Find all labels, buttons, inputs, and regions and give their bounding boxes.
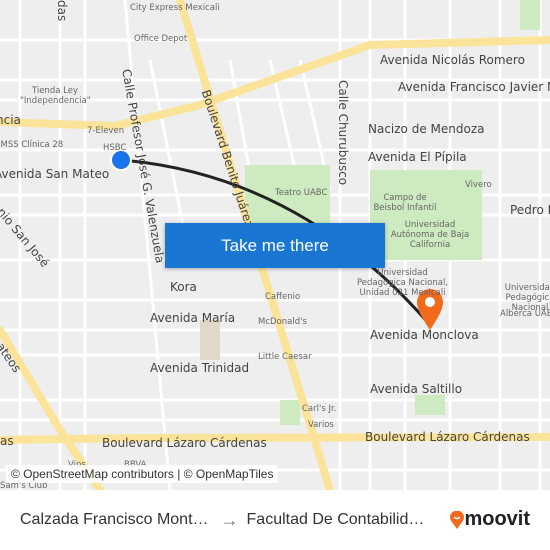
poi-label: Varios	[308, 420, 334, 430]
poi-label: Little Caesar	[258, 352, 312, 362]
moovit-logo: moovit	[450, 508, 530, 531]
street-label: Avenida Francisco Javier M	[398, 80, 550, 94]
poi-label: McDonald's	[258, 317, 307, 327]
poi-label: IMSS Clínica 28	[0, 140, 64, 150]
poi-label: HSBC	[103, 143, 127, 153]
street-label: Avenida Trinidad	[150, 361, 250, 375]
map[interactable]: Avenida Nicolás Romero Avenida Francisco…	[0, 0, 550, 490]
destination-name: Facultad De Contabilid…	[246, 511, 425, 528]
street-label: Avenida María	[150, 311, 236, 325]
poi-label: Tienda Ley "Independencia"	[20, 86, 91, 106]
street-label: Calle Churubusco	[336, 80, 350, 186]
street-label: Boulevard Lázaro Cárdenas	[365, 430, 530, 444]
poi-label: City Express Mexicali	[130, 3, 220, 13]
street-label: Avenida El Pípila	[368, 150, 467, 164]
street-label: ncia	[0, 113, 21, 127]
poi-label: Caffenio	[265, 292, 301, 302]
street-label: Kora	[170, 280, 197, 294]
poi-label: Carl's Jr.	[302, 404, 337, 414]
poi-label: Alberca UABC	[500, 309, 550, 319]
street-label: Avenida Nicolás Romero	[380, 53, 525, 67]
moovit-wordmark: moovit	[464, 508, 530, 530]
poi-label: Office Depot	[134, 34, 188, 44]
arrow-right-icon: →	[220, 509, 239, 530]
moovit-pin-icon	[450, 510, 465, 529]
street-label: Boulevard Lázaro Cárdenas	[102, 436, 267, 450]
street-label: Pedro M	[510, 203, 550, 217]
poi-label: Universidad Pedagógica Nacional, Unidad …	[356, 268, 449, 298]
map-attribution[interactable]: © OpenStreetMap contributors | © OpenMap…	[6, 465, 279, 483]
poi-label: Vivero	[465, 180, 492, 190]
street-label: Avenida Monclova	[370, 328, 479, 342]
street-label: as	[0, 434, 14, 448]
street-label: Avenida Saltillo	[370, 382, 463, 396]
poi-label: Universidad Autónoma de Baja California	[390, 220, 470, 250]
origin-marker	[110, 149, 132, 171]
street-label: Nacizo de Mendoza	[368, 122, 485, 136]
take-me-there-button[interactable]: Take me there	[165, 223, 385, 268]
poi-label: Campo de Beisbol Infantil	[373, 193, 437, 213]
poi-label: 7-Eleven	[87, 126, 125, 136]
poi-label: Teatro UABC	[275, 188, 328, 198]
street-label: das	[55, 0, 69, 22]
origin-name: Calzada Francisco Mont…	[20, 511, 209, 528]
street-label: Avenida San Mateo	[0, 167, 110, 181]
